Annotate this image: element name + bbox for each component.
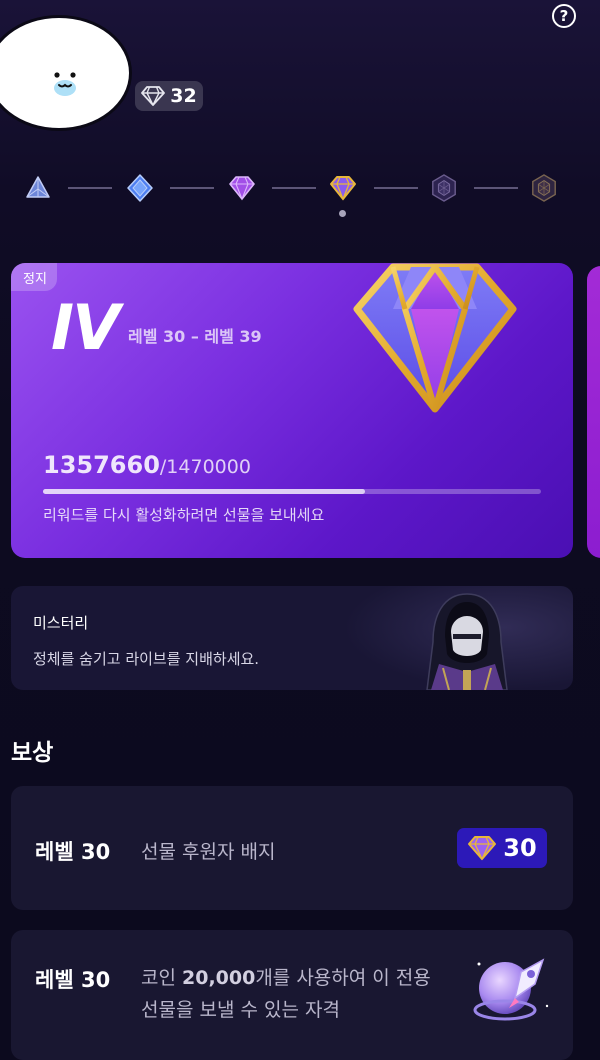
current-tier-indicator	[339, 210, 346, 217]
reward-level: 레벨 30	[35, 968, 111, 992]
badge-value: 30	[503, 834, 537, 862]
status-tag: 정지	[11, 263, 57, 291]
progress-total: /1470000	[159, 456, 251, 478]
help-icon[interactable]: ?	[552, 4, 576, 28]
rocket-planet-gift-icon	[473, 958, 549, 1021]
gem-count: 32	[170, 85, 197, 107]
tier-6-gem-icon[interactable]	[530, 174, 558, 202]
progress-bar-fill	[43, 489, 365, 494]
reward-item[interactable]: 레벨 30 코인 20,000개를 사용하여 이 전용 선물을 보낼 수 있는 …	[11, 930, 573, 1060]
mystery-card[interactable]: 미스터리 정체를 숨기고 라이브를 지배하세요.	[11, 586, 573, 690]
reward-level: 레벨 30	[35, 840, 111, 864]
tier-5-gem-icon[interactable]	[430, 174, 458, 202]
progress-text: 1357660/1470000	[43, 451, 251, 479]
progress-bar	[43, 489, 541, 494]
reward-name: 선물 후원자 배지	[141, 841, 276, 863]
next-level-card[interactable]	[587, 266, 600, 558]
level-card[interactable]: 정지 IV 레벨 30 – 레벨 39 1357660/1470000 리워드를…	[11, 263, 573, 558]
mystery-description: 정체를 숨기고 라이브를 지배하세요.	[33, 650, 260, 668]
large-gem-icon	[353, 263, 517, 413]
tier-numeral: IV	[51, 291, 120, 364]
tier-1-gem-icon[interactable]	[24, 174, 52, 202]
reactivate-hint: 리워드를 다시 활성화하려면 선물을 보내세요	[43, 506, 325, 524]
mystery-title: 미스터리	[33, 614, 89, 632]
rewards-section-title: 보상	[11, 740, 54, 766]
gem-badge-icon	[468, 836, 497, 861]
reward-coin-amount: 20,000	[182, 967, 256, 989]
reward-name-prefix: 코인	[141, 967, 182, 989]
diamond-icon	[141, 86, 166, 106]
avatar[interactable]	[0, 15, 132, 131]
progress-current: 1357660	[43, 451, 160, 479]
gem-count-badge: 32	[135, 81, 203, 111]
supporter-badge: 30	[457, 828, 547, 868]
reward-name: 코인 20,000개를 사용하여 이 전용 선물을 보낼 수 있는 자격	[141, 962, 451, 1026]
tier-4-gem-icon[interactable]	[329, 174, 357, 202]
seal-face-icon	[54, 72, 76, 96]
hooded-mystery-figure-icon	[426, 593, 508, 690]
reward-item[interactable]: 레벨 30 선물 후원자 배지 30	[11, 786, 573, 910]
tier-3-gem-icon[interactable]	[228, 174, 256, 202]
tier-2-gem-icon[interactable]	[126, 174, 154, 202]
tier-track	[24, 170, 570, 220]
level-range: 레벨 30 – 레벨 39	[128, 327, 262, 346]
